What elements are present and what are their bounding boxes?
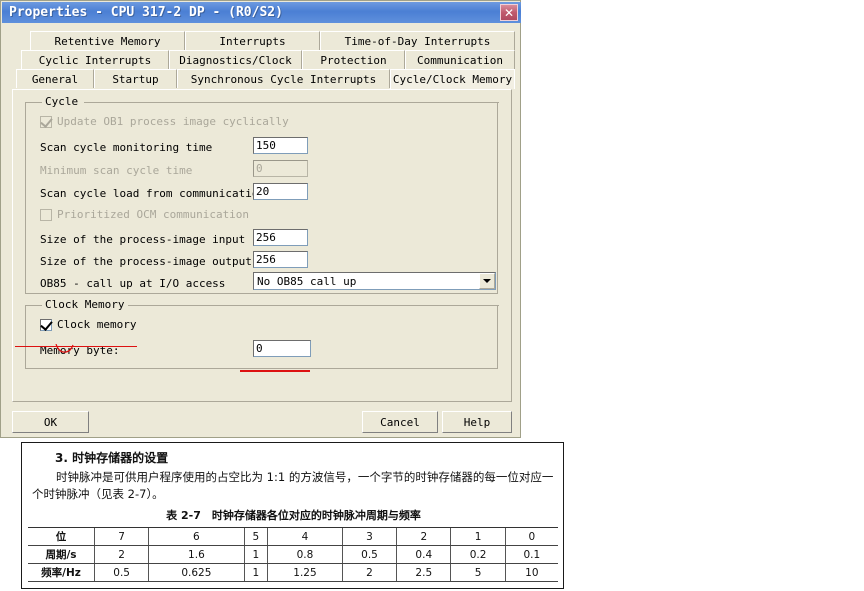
tab-synchronous-cycle-interrupts[interactable]: Synchronous Cycle Interrupts [177,69,390,88]
prioritized-ocm-label: Prioritized OCM communication [57,208,250,221]
cell: 10 [504,563,558,582]
table-row: 位 7 6 5 4 3 2 1 0 [28,527,558,546]
process-image-output-field[interactable]: 256 [253,251,308,268]
cell: 0.2 [450,545,506,564]
clock-memory-group-legend: Clock Memory [42,298,128,311]
process-image-output-label: Size of the process-image output [40,255,252,268]
tab-panel-cycle-clock-memory: Cycle Update OB1 process image cyclicall… [12,89,512,402]
annotation-curve [55,344,74,353]
help-button[interactable]: Help [442,411,512,433]
cell: 4 [267,527,343,546]
cell: 0 [504,527,558,546]
cell: 0.8 [267,545,343,564]
tab-row-2: Cyclic Interrupts Diagnostics/Clock Prot… [12,50,515,69]
tab-general[interactable]: General [16,69,94,88]
cell: 1 [243,563,268,582]
table-row: 周期/s 2 1.6 1 0.8 0.5 0.4 0.2 0.1 [28,545,558,564]
row-header: 周期/s [28,545,95,564]
scan-cycle-monitoring-input[interactable]: 150 [253,137,308,154]
tab-protection[interactable]: Protection [302,50,405,69]
cell: 0.1 [504,545,558,564]
tab-strip: Retentive Memory Interrupts Time-of-Day … [12,31,515,89]
row-header: 位 [28,527,95,546]
minimum-scan-cycle-input: 0 [253,160,308,177]
clock-memory-frequency-table: 位 7 6 5 4 3 2 1 0 周期/s 2 1.6 1 0.8 0.5 0… [28,527,558,582]
ob85-selected-value: No OB85 call up [257,274,357,288]
checkbox-box [40,317,53,331]
clock-memory-label: Clock memory [57,318,137,331]
cell: 6 [148,527,245,546]
scan-cycle-monitoring-label: Scan cycle monitoring time [40,141,213,154]
cell: 1.6 [148,545,245,564]
update-ob1-checkbox[interactable]: Update OB1 process image cyclically [40,114,289,128]
book-excerpt-panel: 3. 时钟存储器的设置 时钟脉冲是可供用户程序使用的占空比为 1:1 的方波信号… [21,442,564,589]
tab-interrupts[interactable]: Interrupts [185,31,320,50]
dialog-titlebar[interactable]: Properties - CPU 317-2 DP - (R0/S2) ✕ [2,2,521,23]
cell: 1.25 [267,563,343,582]
tab-communication[interactable]: Communication [405,50,515,69]
close-icon[interactable]: ✕ [500,4,518,21]
paragraph-text: 时钟脉冲是可供用户程序使用的占空比为 1:1 的方波信号，一个字节的时钟存储器的… [32,470,554,501]
cell: 5 [450,563,506,582]
tab-retentive-memory[interactable]: Retentive Memory [30,31,185,50]
tab-time-of-day-interrupts[interactable]: Time-of-Day Interrupts [320,31,515,50]
ob85-call-up-label: OB85 - call up at I/O access [40,277,226,290]
cycle-group-legend: Cycle [42,95,82,108]
tab-row-1: Retentive Memory Interrupts Time-of-Day … [12,31,515,50]
cell: 1 [243,545,268,564]
ok-button[interactable]: OK [12,411,89,433]
table-row: 频率/Hz 0.5 0.625 1 1.25 2 2.5 5 10 [28,563,558,582]
row-header: 频率/Hz [28,563,95,582]
clock-memory-checkbox[interactable]: Clock memory [40,317,137,331]
cell: 3 [341,527,397,546]
cell: 2 [93,545,149,564]
process-image-input-field[interactable]: 256 [253,229,308,246]
minimum-scan-cycle-label: Minimum scan cycle time [40,164,193,177]
cycle-groupbox: Cycle Update OB1 process image cyclicall… [25,95,499,294]
ob85-call-up-select[interactable]: No OB85 call up [253,272,496,290]
cell: 5 [243,527,268,546]
update-ob1-label: Update OB1 process image cyclically [57,115,289,128]
process-image-input-label: Size of the process-image input [40,233,246,246]
table-caption: 表 2-7 时钟存储器各位对应的时钟脉冲周期与频率 [166,509,421,522]
cancel-button[interactable]: Cancel [362,411,438,433]
tab-startup[interactable]: Startup [94,69,177,88]
properties-dialog: Properties - CPU 317-2 DP - (R0/S2) ✕ Re… [0,0,521,438]
annotation-underline-memory-byte [240,370,310,372]
scan-cycle-load-input[interactable]: 20 [253,183,308,200]
checkbox-box [40,208,52,221]
dialog-title: Properties - CPU 317-2 DP - (R0/S2) [9,5,283,20]
checkbox-box [40,114,53,128]
cell: 2 [396,527,451,546]
clock-memory-groupbox: Clock Memory Clock memory Memory byte: 0 [25,298,499,369]
tab-row-3: General Startup Synchronous Cycle Interr… [12,69,515,89]
memory-byte-input[interactable]: 0 [253,340,311,357]
section-paragraph: 时钟脉冲是可供用户程序使用的占空比为 1:1 的方波信号，一个字节的时钟存储器的… [32,469,557,503]
tab-diagnostics-clock[interactable]: Diagnostics/Clock [169,50,302,69]
chevron-down-icon[interactable] [479,273,495,289]
tab-cycle-clock-memory[interactable]: Cycle/Clock Memory [390,69,515,89]
cell: 2 [341,563,397,582]
cell: 0.4 [396,545,451,564]
cell: 0.5 [93,563,149,582]
scan-cycle-load-label: Scan cycle load from communication [40,187,266,200]
cell: 1 [450,527,506,546]
section-heading: 3. 时钟存储器的设置 [55,451,169,465]
annotation-underline-clock-memory [15,346,137,347]
cell: 0.5 [341,545,397,564]
tab-cyclic-interrupts[interactable]: Cyclic Interrupts [21,50,169,69]
cell: 2.5 [396,563,451,582]
cell: 0.625 [148,563,245,582]
cell: 7 [93,527,149,546]
prioritized-ocm-checkbox[interactable]: Prioritized OCM communication [40,208,249,221]
